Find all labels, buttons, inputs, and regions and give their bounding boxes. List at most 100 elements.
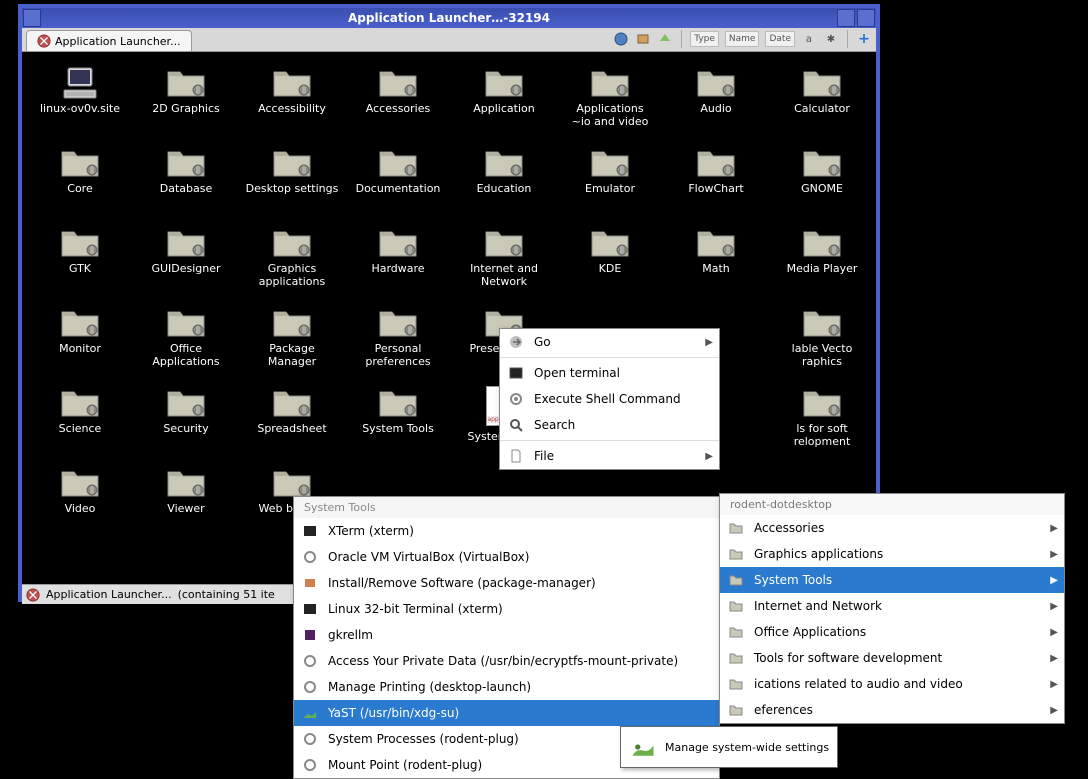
side-menu-item[interactable]: Internet and Network▶: [720, 593, 1064, 619]
grid-item[interactable]: linux-ov0v.site: [30, 62, 130, 138]
grid-item[interactable]: Security: [136, 382, 236, 458]
tab-application-launcher[interactable]: Application Launcher...: [26, 30, 192, 51]
app-tab-icon: [37, 34, 51, 48]
side-menu-item[interactable]: Accessories▶: [720, 515, 1064, 541]
grid-item[interactable]: Application: [454, 62, 554, 138]
icon-label: Personal preferences: [350, 342, 446, 368]
folder-small-icon: [728, 598, 744, 614]
grid-item[interactable]: Emulator: [560, 142, 660, 218]
side-menu-item[interactable]: Office Applications▶: [720, 619, 1064, 645]
grid-item[interactable]: FlowChart: [666, 142, 766, 218]
grid-item[interactable]: Applications~io and video: [560, 62, 660, 138]
grid-item[interactable]: GNOME: [772, 142, 872, 218]
submenu-item[interactable]: Linux 32-bit Terminal (xterm): [294, 596, 719, 622]
up-icon[interactable]: [657, 31, 673, 47]
grid-item[interactable]: Office Applications: [136, 302, 236, 378]
tab-label: Application Launcher...: [55, 35, 181, 48]
folder-small-icon: [728, 520, 744, 536]
grid-item[interactable]: Spreadsheet: [242, 382, 342, 458]
side-menu-item[interactable]: eferences▶: [720, 697, 1064, 723]
globe-icon[interactable]: [613, 31, 629, 47]
grid-item[interactable]: Documentation: [348, 142, 448, 218]
sort-name-button[interactable]: Name: [725, 31, 760, 47]
folder-icon: [272, 226, 312, 258]
yast-icon: [629, 733, 657, 761]
folder-icon: [378, 146, 418, 178]
submenu-item[interactable]: XTerm (xterm): [294, 518, 719, 544]
grid-item[interactable]: Viewer: [136, 462, 236, 538]
icon-label: Desktop settings: [246, 182, 339, 195]
grid-item[interactable]: Database: [136, 142, 236, 218]
add-icon[interactable]: +: [856, 31, 872, 47]
grid-item[interactable]: Personal preferences: [348, 302, 448, 378]
ctx-go[interactable]: Go ▶: [500, 329, 719, 355]
grid-item[interactable]: Monitor: [30, 302, 130, 378]
grid-item[interactable]: Science: [30, 382, 130, 458]
submenu-item-label: Access Your Private Data (/usr/bin/ecryp…: [328, 654, 678, 668]
grid-item[interactable]: Math: [666, 222, 766, 298]
grid-item[interactable]: Hardware: [348, 222, 448, 298]
grid-item[interactable]: Desktop settings: [242, 142, 342, 218]
submenu-item[interactable]: Oracle VM VirtualBox (VirtualBox): [294, 544, 719, 570]
submenu-item[interactable]: YaST (/usr/bin/xdg-su): [294, 700, 719, 726]
submenu-item[interactable]: Access Your Private Data (/usr/bin/ecryp…: [294, 648, 719, 674]
chevron-right-icon: ▶: [1050, 653, 1058, 664]
ctx-search[interactable]: Search: [500, 412, 719, 438]
toolbar: Type Name Date a ✱ +: [613, 30, 872, 48]
side-menu-item[interactable]: System Tools ▶: [720, 567, 1064, 593]
grid-item[interactable]: GTK: [30, 222, 130, 298]
side-menu-item[interactable]: ications related to audio and video▶: [720, 671, 1064, 697]
minimize-button[interactable]: [837, 9, 855, 27]
grid-item[interactable]: 2D Graphics: [136, 62, 236, 138]
sort-type-button[interactable]: Type: [690, 31, 719, 47]
side-menu-item[interactable]: Graphics applications▶: [720, 541, 1064, 567]
side-item-label: System Tools: [754, 573, 832, 587]
grid-item[interactable]: lable Vecto raphics: [772, 302, 872, 378]
grid-item[interactable]: Calculator: [772, 62, 872, 138]
file-icon: [508, 448, 524, 464]
ctx-exec-shell[interactable]: Execute Shell Command: [500, 386, 719, 412]
ctx-open-terminal[interactable]: Open terminal: [500, 360, 719, 386]
grid-item[interactable]: Package Manager: [242, 302, 342, 378]
icon-label: 2D Graphics: [152, 102, 220, 115]
icon-label: lable Vecto raphics: [774, 342, 870, 368]
submenu-item[interactable]: gkrellm: [294, 622, 719, 648]
grid-item[interactable]: Accessibility: [242, 62, 342, 138]
grid-item[interactable]: Audio: [666, 62, 766, 138]
submenu-item[interactable]: Manage Printing (desktop-launch): [294, 674, 719, 700]
folder-icon: [696, 226, 736, 258]
grid-item[interactable]: Video: [30, 462, 130, 538]
grid-item[interactable]: Accessories: [348, 62, 448, 138]
pkg-icon[interactable]: [635, 31, 651, 47]
folder-icon: [272, 386, 312, 418]
grid-item[interactable]: GUIDesigner: [136, 222, 236, 298]
gear-icon[interactable]: ✱: [823, 31, 839, 47]
grid-item[interactable]: ls for soft relopment: [772, 382, 872, 458]
grid-item[interactable]: Core: [30, 142, 130, 218]
status-prefix: Application Launcher...: [46, 588, 172, 601]
icon-label: Education: [477, 182, 532, 195]
submenu-item[interactable]: Install/Remove Software (package-manager…: [294, 570, 719, 596]
grid-item[interactable]: System Tools: [348, 382, 448, 458]
grid-item[interactable]: KDE: [560, 222, 660, 298]
grid-item[interactable]: Graphics applications: [242, 222, 342, 298]
grid-item[interactable]: Media Player: [772, 222, 872, 298]
text-size-icon[interactable]: a: [801, 31, 817, 47]
side-item-label: Graphics applications: [754, 547, 883, 561]
icon-label: Security: [163, 422, 208, 435]
ctx-go-label: Go: [534, 335, 551, 349]
separator: [500, 440, 719, 441]
chevron-right-icon: ▶: [1050, 575, 1058, 586]
titlebar-menu-button[interactable]: [23, 9, 41, 27]
grid-item[interactable]: Education: [454, 142, 554, 218]
submenu-item-icon: [302, 601, 318, 617]
sort-date-button[interactable]: Date: [765, 31, 795, 47]
maximize-button[interactable]: [857, 9, 875, 27]
submenu-header: System Tools: [294, 497, 719, 518]
chevron-right-icon: ▶: [1050, 601, 1058, 612]
ctx-file[interactable]: File ▶: [500, 443, 719, 469]
categories-side-menu: rodent-dotdesktop Accessories▶Graphics a…: [719, 493, 1065, 724]
grid-item[interactable]: Internet and Network: [454, 222, 554, 298]
icon-label: GNOME: [801, 182, 843, 195]
side-menu-item[interactable]: Tools for software development▶: [720, 645, 1064, 671]
